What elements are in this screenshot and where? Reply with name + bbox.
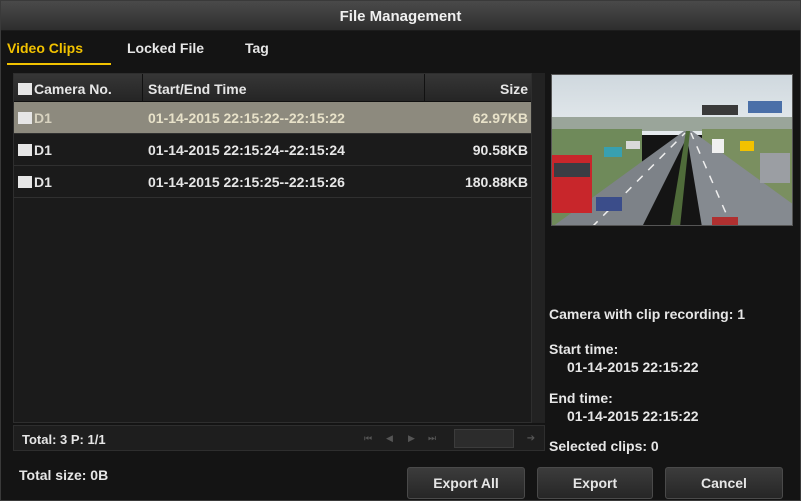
row-checkbox[interactable] [18, 144, 32, 156]
select-all-checkbox[interactable] [18, 83, 32, 95]
total-size-label: Total size: 0B [19, 467, 109, 483]
column-divider [424, 74, 425, 102]
camera-no: D1 [34, 142, 52, 158]
title-bar: File Management [1, 1, 800, 31]
end-time-value: 01-14-2015 22:15:22 [567, 408, 699, 424]
active-tab-indicator [7, 63, 111, 65]
last-page-icon[interactable]: ⏭ [428, 433, 436, 444]
export-all-button[interactable]: Export All [407, 467, 525, 499]
camera-cell: D1 [18, 142, 52, 158]
list-scrollbar[interactable] [531, 73, 545, 423]
window-title: File Management [339, 8, 462, 25]
tab-video-clips[interactable]: Video Clips [7, 40, 83, 56]
camera-cell: D1 [18, 110, 52, 126]
page-number-input[interactable] [454, 429, 514, 448]
start-time-value: 01-14-2015 22:15:22 [567, 359, 699, 375]
prev-page-icon[interactable]: ◀ [386, 433, 393, 444]
table-row[interactable]: D1 01-14-2015 22:15:22--22:15:22 62.97KB [14, 102, 544, 134]
end-time-label: End time: [549, 390, 613, 406]
table-row[interactable]: D1 01-14-2015 22:15:25--22:15:26 180.88K… [14, 166, 544, 198]
highway-preview-image [552, 75, 792, 225]
camera-cell: D1 [18, 174, 52, 190]
total-count: Total: 3 P: 1/1 [22, 432, 106, 447]
camera-with-clip-label: Camera with clip recording: 1 [549, 306, 746, 322]
file-management-window: File Management Video Clips Locked File … [0, 0, 801, 501]
export-button[interactable]: Export [537, 467, 653, 499]
camera-no: D1 [34, 110, 52, 126]
cancel-button[interactable]: Cancel [665, 467, 783, 499]
clip-time: 01-14-2015 22:15:22--22:15:22 [148, 110, 345, 126]
tab-locked-file[interactable]: Locked File [127, 40, 204, 56]
clip-size: 90.58KB [472, 142, 528, 158]
clip-time: 01-14-2015 22:15:24--22:15:24 [148, 142, 345, 158]
next-page-icon[interactable]: ▶ [408, 433, 415, 444]
go-arrow-icon[interactable]: ➔ [520, 429, 542, 448]
clip-size: 62.97KB [472, 110, 528, 126]
selected-clips-label: Selected clips: 0 [549, 438, 659, 454]
first-page-icon[interactable]: ⏮ [364, 433, 372, 444]
tab-bar: Video Clips Locked File Tag [1, 31, 800, 67]
row-checkbox[interactable] [18, 176, 32, 188]
clip-list: Camera No. Start/End Time Size D1 01-14-… [13, 73, 545, 423]
pagination-bar: Total: 3 P: 1/1 ⏮ ◀ ▶ ⏭ ➔ [13, 425, 545, 451]
header-camera-no[interactable]: Camera No. [18, 81, 112, 97]
header-start-end-time[interactable]: Start/End Time [148, 81, 247, 97]
clip-size: 180.88KB [464, 174, 528, 190]
clip-preview [551, 74, 793, 226]
column-divider [142, 74, 143, 102]
header-size[interactable]: Size [500, 81, 528, 97]
table-header: Camera No. Start/End Time Size [14, 74, 544, 102]
table-row[interactable]: D1 01-14-2015 22:15:24--22:15:24 90.58KB [14, 134, 544, 166]
tab-tag[interactable]: Tag [245, 40, 269, 56]
clip-time: 01-14-2015 22:15:25--22:15:26 [148, 174, 345, 190]
row-checkbox[interactable] [18, 112, 32, 124]
start-time-label: Start time: [549, 341, 619, 357]
camera-no: D1 [34, 174, 52, 190]
header-camera-no-label: Camera No. [34, 81, 112, 97]
